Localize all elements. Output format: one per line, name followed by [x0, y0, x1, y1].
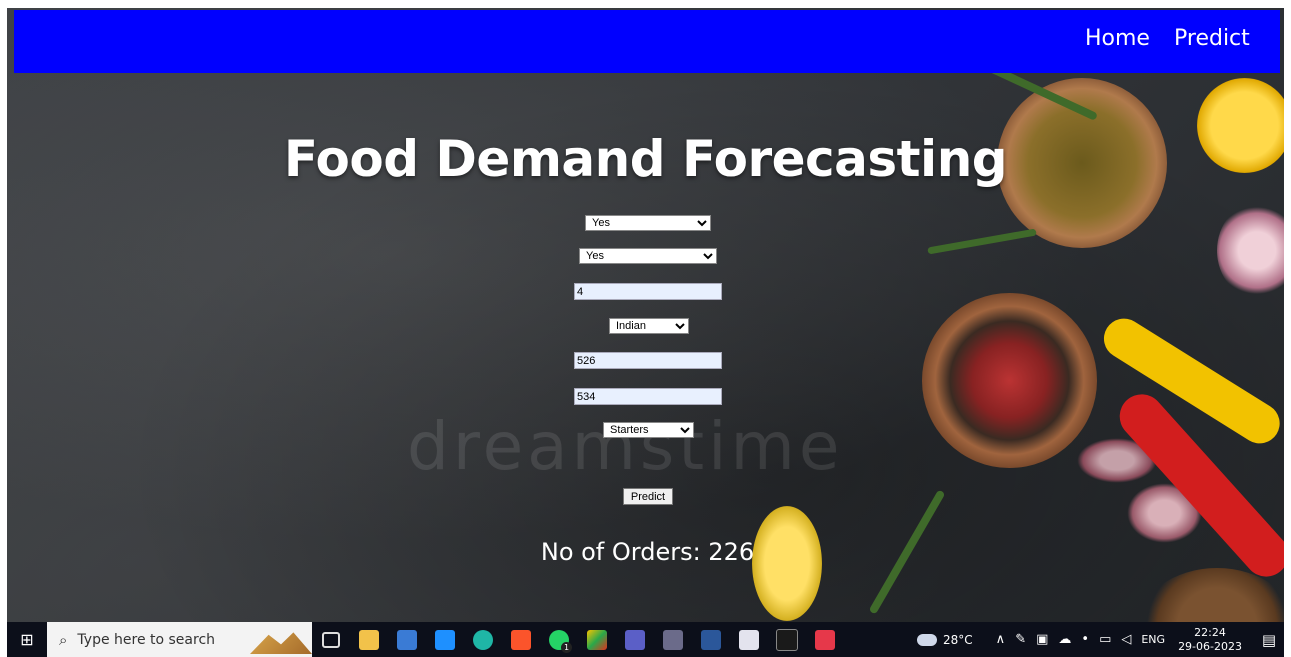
word-icon[interactable] — [692, 622, 730, 657]
search-highlight-image — [250, 632, 312, 654]
file-explorer-icon[interactable] — [350, 622, 388, 657]
windows-logo-icon: ⊞ — [20, 630, 34, 649]
onedrive-cloud-icon[interactable]: ☁ — [1058, 632, 1071, 647]
taskbar: ⊞ ⌕ Type here to search 1 28°C ∧ ✎ ▣ ☁ •… — [7, 622, 1284, 657]
emailer-select[interactable]: Yes — [585, 215, 711, 231]
thyme-image — [927, 228, 1037, 255]
op-area-input[interactable] — [574, 283, 722, 300]
garlic-image — [1217, 203, 1284, 298]
task-view-icon[interactable] — [312, 622, 350, 657]
search-icon: ⌕ — [59, 630, 68, 649]
chevron-up-icon[interactable]: ∧ — [996, 632, 1006, 647]
search-placeholder: Type here to search — [77, 631, 216, 648]
system-tray: 28°C ∧ ✎ ▣ ☁ • ▭ ◁ ENG 22:24 29-06-2023 … — [917, 622, 1284, 657]
city-code-input[interactable] — [574, 352, 722, 369]
category-select[interactable]: Starters — [603, 422, 694, 438]
microphone-icon[interactable]: • — [1081, 632, 1089, 647]
teams-icon[interactable] — [616, 622, 654, 657]
nav-predict-link[interactable]: Predict — [1174, 26, 1250, 51]
terminal-icon[interactable] — [768, 622, 806, 657]
notification-icon[interactable]: ▤ — [1254, 631, 1284, 649]
whatsapp-badge: 1 — [561, 642, 572, 653]
clock-date: 29-06-2023 — [1178, 639, 1242, 653]
weather-widget[interactable]: 28°C — [917, 633, 973, 647]
navbar: Home Predict — [14, 10, 1280, 73]
mail-icon[interactable] — [426, 622, 464, 657]
nav-home-link[interactable]: Home — [1085, 26, 1150, 51]
taskbar-search-box[interactable]: ⌕ Type here to search — [47, 622, 312, 657]
language-indicator[interactable]: ENG — [1141, 633, 1165, 646]
app-icon-red[interactable] — [806, 622, 844, 657]
microsoft-store-icon[interactable] — [388, 622, 426, 657]
region-code-input[interactable] — [574, 388, 722, 405]
predict-button[interactable]: Predict — [623, 488, 673, 505]
homepage-featured-select[interactable]: Yes — [579, 248, 717, 264]
brave-browser-icon[interactable] — [502, 622, 540, 657]
pen-icon[interactable]: ✎ — [1015, 632, 1026, 647]
weather-cloud-icon — [917, 633, 938, 646]
app-icon[interactable] — [578, 622, 616, 657]
whatsapp-icon[interactable]: 1 — [540, 622, 578, 657]
battery-icon[interactable]: ▭ — [1099, 632, 1111, 647]
clock[interactable]: 22:24 29-06-2023 — [1178, 626, 1242, 654]
paint-icon[interactable] — [730, 622, 768, 657]
calculator-icon[interactable] — [654, 622, 692, 657]
volume-icon[interactable]: ◁ — [1121, 632, 1131, 647]
clock-time: 22:24 — [1194, 625, 1226, 639]
edge-browser-icon[interactable] — [464, 622, 502, 657]
cuisine-select[interactable]: Indian — [609, 318, 689, 334]
windows-start-button[interactable]: ⊞ — [7, 622, 47, 657]
watermark: dreamstime — [407, 408, 844, 485]
weather-temperature: 28°C — [943, 632, 973, 647]
page-background: dreamstime Home Predict Food Demand Fore… — [7, 8, 1284, 622]
meet-now-icon[interactable]: ▣ — [1036, 632, 1048, 647]
prediction-result: No of Orders: 226 — [540, 538, 755, 566]
peppercorn-bowl-image — [922, 293, 1097, 468]
page-title: Food Demand Forecasting — [283, 130, 1008, 188]
